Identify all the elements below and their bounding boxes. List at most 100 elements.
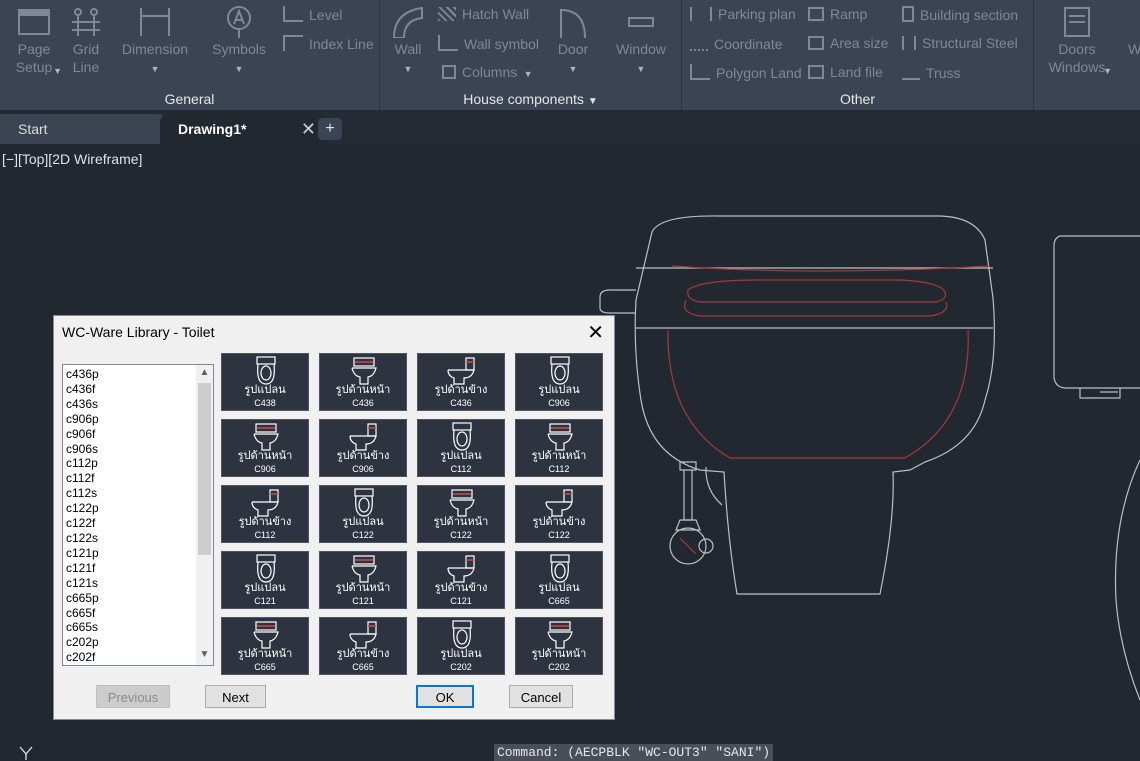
thumbnail-code: C112 bbox=[548, 464, 570, 474]
dimension-icon bbox=[140, 8, 170, 36]
area-size-button[interactable]: Area size bbox=[808, 35, 888, 51]
list-item[interactable]: c436f bbox=[66, 382, 99, 397]
toilet-thumbnail[interactable]: รูปแปลน C665 bbox=[515, 551, 603, 609]
symbols-icon bbox=[227, 6, 251, 38]
coordinate-button[interactable]: Coordinate bbox=[690, 35, 783, 52]
close-icon[interactable]: ✕ bbox=[301, 114, 316, 144]
previous-button[interactable]: Previous bbox=[96, 685, 170, 708]
scroll-up-icon[interactable]: ▲ bbox=[196, 367, 213, 381]
list-item[interactable]: c665s bbox=[66, 620, 99, 635]
list-item[interactable]: c436p bbox=[66, 367, 99, 382]
scrollbar-thumb[interactable] bbox=[198, 383, 211, 555]
ribbon-overflow-item[interactable]: W bbox=[1128, 4, 1140, 58]
list-item[interactable]: c112p bbox=[66, 456, 99, 471]
toilet-thumbnail[interactable]: รูปแปลน C438 bbox=[221, 353, 309, 411]
list-item[interactable]: c436s bbox=[66, 397, 99, 412]
list-item[interactable]: c122p bbox=[66, 501, 99, 516]
page-setup-button[interactable]: Page Setup ▼ bbox=[10, 4, 62, 76]
list-item[interactable]: c665p bbox=[66, 591, 99, 606]
list-item[interactable]: c121f bbox=[66, 561, 99, 576]
toilet-side-icon bbox=[447, 555, 475, 583]
index-line-label: Index Line bbox=[309, 36, 374, 52]
thumbnail-code: C122 bbox=[548, 530, 570, 540]
toilet-thumbnail[interactable]: รูปด้านหน้า C665 bbox=[221, 617, 309, 675]
toilet-thumbnail[interactable]: รูปด้านข้าง C121 bbox=[417, 551, 505, 609]
toilet-thumbnail[interactable]: รูปด้านข้าง C436 bbox=[417, 353, 505, 411]
list-item[interactable]: c112f bbox=[66, 471, 99, 486]
thumbnail-code: C121 bbox=[254, 596, 276, 606]
list-item[interactable]: c906p bbox=[66, 412, 99, 427]
cancel-button[interactable]: Cancel bbox=[509, 685, 573, 708]
wall-button[interactable]: Wall ▼ bbox=[386, 4, 430, 78]
list-item[interactable]: c121p bbox=[66, 546, 99, 561]
toilet-thumbnail[interactable]: รูปด้านหน้า C202 bbox=[515, 617, 603, 675]
toilet-thumbnail[interactable]: รูปด้านข้าง C906 bbox=[319, 419, 407, 477]
coordinate-icon bbox=[690, 35, 708, 51]
doors-windows-label: Doors Windows bbox=[1048, 41, 1106, 75]
close-icon[interactable]: ✕ bbox=[587, 320, 604, 345]
level-button[interactable]: Level bbox=[283, 6, 342, 23]
command-line[interactable]: Command: (AECPBLK "WC-OUT3" "SANI") bbox=[494, 744, 774, 761]
toilet-thumbnail[interactable]: รูปด้านหน้า C122 bbox=[417, 485, 505, 543]
building-section-button[interactable]: Building section bbox=[902, 6, 1018, 23]
dimension-button[interactable]: Dimension ▼ bbox=[118, 4, 192, 78]
coordinate-label: Coordinate bbox=[714, 36, 783, 52]
list-item[interactable]: c906f bbox=[66, 427, 99, 442]
structural-steel-button[interactable]: Structural Steel bbox=[902, 35, 1018, 51]
tab-start[interactable]: Start bbox=[0, 114, 168, 144]
list-item[interactable]: c665f bbox=[66, 606, 99, 621]
toilet-thumbnail[interactable]: รูปด้านข้าง C112 bbox=[221, 485, 309, 543]
viewport-controls-label[interactable]: [−][Top][2D Wireframe] bbox=[2, 151, 142, 167]
toilet-side-icon bbox=[447, 357, 475, 385]
land-file-button[interactable]: Land file bbox=[808, 64, 883, 80]
toilet-thumbnail[interactable]: รูปด้านหน้า C121 bbox=[319, 551, 407, 609]
toilet-thumbnail[interactable]: รูปแปลน C112 bbox=[417, 419, 505, 477]
ramp-button[interactable]: Ramp bbox=[808, 6, 867, 22]
block-name-listbox[interactable]: c436p c436f c436s c906p c906f c906s c112p c112f… bbox=[62, 364, 214, 666]
parking-plan-button[interactable]: Parking plan bbox=[690, 6, 796, 22]
level-icon bbox=[283, 6, 303, 22]
thumbnail-code: C202 bbox=[548, 662, 570, 672]
toilet-thumbnail[interactable]: รูปด้านข้าง C665 bbox=[319, 617, 407, 675]
toilet-thumbnail[interactable]: รูปแปลน C122 bbox=[319, 485, 407, 543]
list-item[interactable]: c122s bbox=[66, 531, 99, 546]
list-item[interactable]: c202f bbox=[66, 650, 99, 665]
list-item[interactable]: c906s bbox=[66, 442, 99, 457]
toilet-thumbnail[interactable]: รูปแปลน C906 bbox=[515, 353, 603, 411]
toilet-side-icon bbox=[349, 621, 377, 649]
toilet-thumbnail[interactable]: รูปด้านข้าง C122 bbox=[515, 485, 603, 543]
list-item[interactable]: c121s bbox=[66, 576, 99, 591]
wall-symbol-button[interactable]: Wall symbol bbox=[438, 35, 539, 52]
ribbon-panel-general: Page Setup ▼ Grid Line Dimension ▼ Symbo… bbox=[0, 0, 380, 110]
list-item[interactable]: c202p bbox=[66, 635, 99, 650]
toilet-thumbnail[interactable]: รูปแปลน C202 bbox=[417, 617, 505, 675]
chevron-down-icon: ▼ bbox=[234, 64, 244, 74]
thumbnail-code: C906 bbox=[254, 464, 276, 474]
tab-drawing1[interactable]: Drawing1* ✕ bbox=[160, 114, 328, 144]
next-button[interactable]: Next bbox=[205, 685, 266, 708]
toilet-thumbnail[interactable]: รูปด้านหน้า C436 bbox=[319, 353, 407, 411]
grid-line-button[interactable]: Grid Line bbox=[66, 4, 106, 76]
ribbon-panel-title-house-components[interactable]: House components ▼ bbox=[380, 91, 681, 107]
polygon-land-button[interactable]: Polygon Land bbox=[690, 64, 802, 81]
ok-button[interactable]: OK bbox=[416, 685, 474, 708]
index-line-button[interactable]: Index Line bbox=[283, 35, 374, 52]
toilet-thumbnail[interactable]: รูปแปลน C121 bbox=[221, 551, 309, 609]
doors-windows-button[interactable]: Doors Windows ▼ bbox=[1042, 4, 1112, 76]
new-tab-button[interactable]: + bbox=[318, 118, 342, 140]
columns-button[interactable]: Columns ▼ bbox=[438, 64, 533, 80]
scroll-down-icon[interactable]: ▼ bbox=[196, 649, 213, 663]
truss-button[interactable]: Truss bbox=[902, 64, 960, 81]
block-name-list: c436p c436f c436s c906p c906f c906s c112p c112f… bbox=[66, 367, 99, 665]
toilet-thumbnail[interactable]: รูปด้านหน้า C906 bbox=[221, 419, 309, 477]
hatch-wall-button[interactable]: Hatch Wall bbox=[438, 6, 529, 22]
window-button[interactable]: Window ▼ bbox=[612, 4, 670, 78]
door-button[interactable]: Door ▼ bbox=[550, 4, 596, 78]
listbox-scrollbar[interactable]: ▲ ▼ bbox=[196, 365, 213, 665]
symbols-button[interactable]: Symbols ▼ bbox=[208, 4, 270, 78]
list-item[interactable]: c112s bbox=[66, 486, 99, 501]
polygon-land-label: Polygon Land bbox=[716, 65, 802, 81]
list-item[interactable]: c122f bbox=[66, 516, 99, 531]
toilet-thumbnail[interactable]: รูปด้านหน้า C112 bbox=[515, 419, 603, 477]
building-section-label: Building section bbox=[920, 7, 1019, 23]
